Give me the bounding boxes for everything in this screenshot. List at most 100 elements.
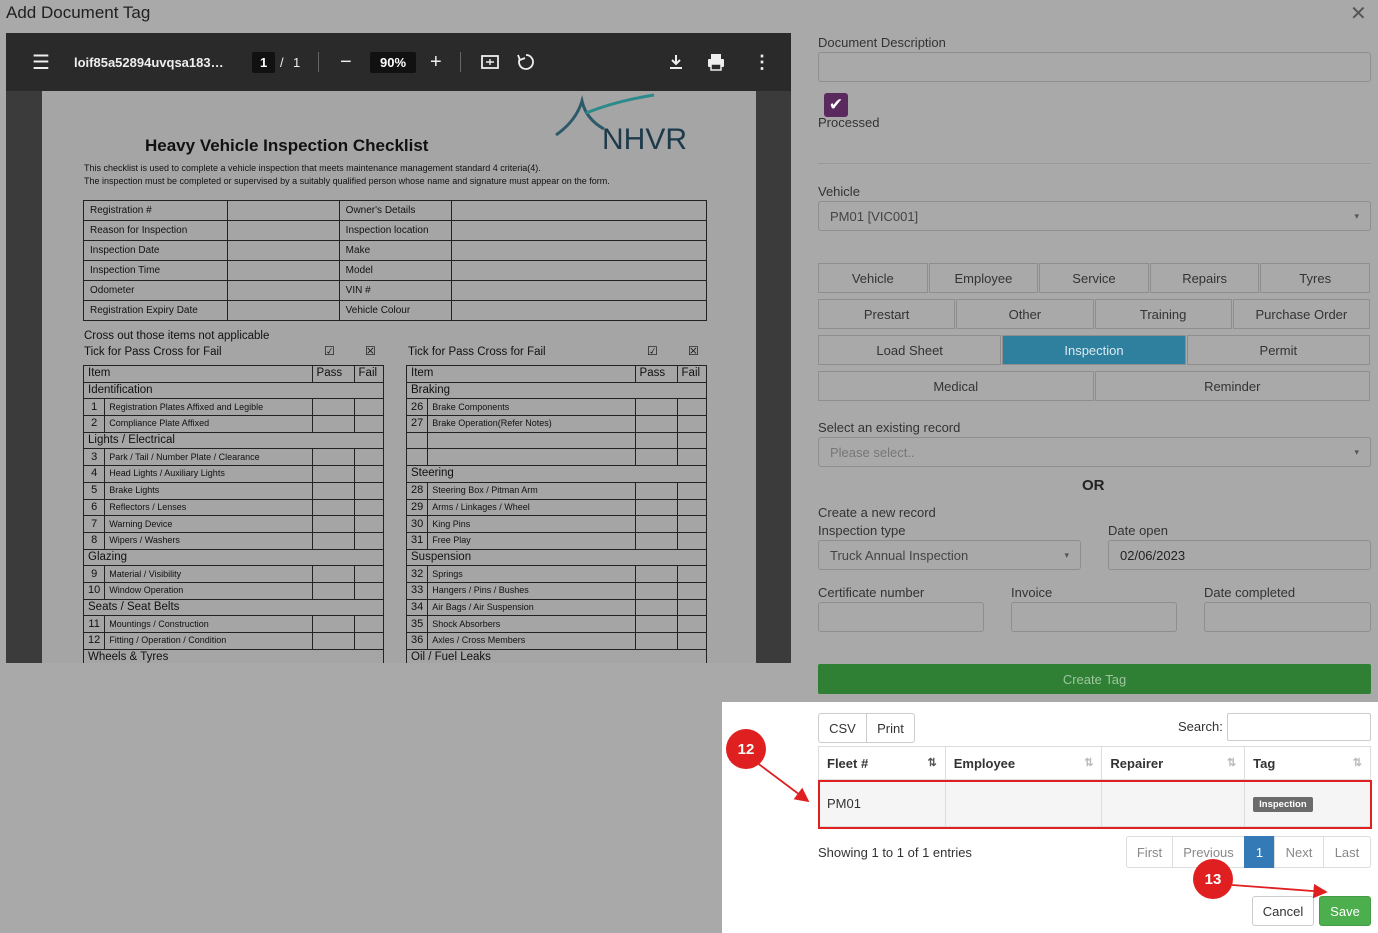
close-icon[interactable]: ✕ (1350, 1, 1367, 26)
fail-cell (353, 398, 385, 417)
checklist-item: King Pins (427, 515, 636, 533)
checklist-num: 27 (405, 415, 429, 433)
fail-cell (353, 515, 385, 533)
tag-employee-button[interactable]: Employee (928, 263, 1039, 293)
tag-other-button[interactable]: Other (956, 299, 1094, 329)
checklist-row: 32 Springs (405, 565, 708, 583)
chevron-down-icon: ▾ (1354, 446, 1359, 457)
checklist-row: 1 Registration Plates Affixed and Legible (82, 398, 385, 417)
checklist-section: Suspension (406, 548, 707, 567)
pdf-filename: loif85a52894uvqsa183… (74, 54, 224, 70)
checklist-num: 33 (405, 581, 429, 600)
date-open-input[interactable]: 02/06/2023 (1108, 540, 1371, 570)
info-cell: Reason for Inspection (83, 220, 228, 241)
checklist-row (405, 431, 708, 450)
checklist-item: Window Operation (104, 581, 313, 600)
tag-tyres-button[interactable]: Tyres (1260, 263, 1370, 293)
zoom-level[interactable]: 90% (370, 51, 417, 73)
pass-cell (311, 481, 355, 500)
info-cell (226, 260, 340, 281)
info-cell (450, 280, 708, 301)
tag-inspection-button[interactable]: Inspection (1002, 335, 1186, 365)
create-tag-button[interactable]: Create Tag (818, 664, 1371, 694)
checklist-row: 27 Brake Operation(Refer Notes) (405, 415, 708, 433)
tag-vehicle-button[interactable]: Vehicle (818, 263, 928, 293)
description-input[interactable] (818, 52, 1371, 82)
pass-cell (311, 531, 355, 550)
cross-out-note: Cross out those items not applicable (84, 330, 270, 342)
info-cell: VIN # (338, 280, 452, 301)
inspection-type-select[interactable]: Truck Annual Inspection ▾ (818, 540, 1081, 570)
tag-purchase-order-button[interactable]: Purchase Order (1232, 299, 1370, 329)
invoice-label: Invoice (1011, 585, 1053, 600)
tag-prestart-button[interactable]: Prestart (818, 299, 956, 329)
checklist-row: Identification (83, 381, 384, 400)
pass-cell (634, 515, 678, 533)
tag-medical-button[interactable]: Medical (818, 371, 1094, 401)
tag-reminder-button[interactable]: Reminder (1094, 371, 1370, 401)
dialog-title: Add Document Tag (6, 3, 151, 22)
info-cell (226, 240, 340, 261)
checklist-section: Glazing (83, 548, 384, 567)
zoom-in-icon[interactable]: + (430, 33, 442, 91)
checklist-row (405, 448, 708, 467)
pass-cell (634, 415, 678, 433)
checklist-row: 12 Fitting / Operation / Condition (82, 632, 385, 650)
info-row: Odometer VIN # (83, 280, 708, 301)
invoice-input[interactable] (1011, 602, 1177, 632)
vehicle-label: Vehicle (818, 184, 860, 199)
checklist-num: 3 (82, 448, 106, 467)
pass-cell (634, 481, 678, 500)
processed-checkbox[interactable]: ✔ (824, 93, 848, 117)
fail-cell (676, 431, 708, 450)
menu-icon[interactable]: ☰ (32, 33, 50, 91)
checklist-row: 29 Arms / Linkages / Wheel (405, 498, 708, 517)
pass-cell (311, 498, 355, 517)
existing-record-select[interactable]: Please select.. ▾ (818, 437, 1371, 467)
vehicle-info-table: Registration # Owner's Details Reason for … (83, 200, 708, 321)
checklist-row: 4 Head Lights / Auxiliary Lights (82, 465, 385, 483)
checklist-num: 30 (405, 515, 429, 533)
date-completed-input[interactable] (1204, 602, 1371, 632)
checklist-item: Registration Plates Affixed and Legible (104, 398, 313, 417)
pass-symbol-right: ☑ (647, 344, 658, 358)
checklist-item: Material / Visibility (104, 565, 313, 583)
checklist-num: 8 (82, 531, 106, 550)
tag-service-button[interactable]: Service (1039, 263, 1149, 293)
download-icon[interactable] (667, 33, 685, 91)
checklist-num: 11 (82, 615, 106, 633)
checklist-num: 10 (82, 581, 106, 600)
date-completed-label: Date completed (1204, 585, 1296, 600)
pass-cell (634, 581, 678, 600)
pass-cell (311, 581, 355, 600)
pass-cell (634, 498, 678, 517)
certificate-input[interactable] (818, 602, 984, 632)
pass-cell (634, 598, 678, 617)
checklist-row: 31 Free Play (405, 531, 708, 550)
zoom-out-icon[interactable]: − (340, 33, 352, 91)
tag-permit-button[interactable]: Permit (1186, 335, 1370, 365)
checklist-row: 28 Steering Box / Pitman Arm (405, 481, 708, 500)
checklist-num: 26 (405, 398, 429, 417)
checklist-row: Glazing (83, 548, 384, 567)
page-number-input[interactable]: 1 (252, 51, 276, 73)
more-icon[interactable]: ⋮ (753, 33, 771, 91)
pass-cell (311, 465, 355, 483)
checklist-num: 9 (82, 565, 106, 583)
checklist-item: Axles / Cross Members (427, 632, 636, 650)
vehicle-select[interactable]: PM01 [VIC001] ▾ (818, 201, 1371, 231)
info-cell: Inspection Time (83, 260, 228, 281)
fail-cell (353, 465, 385, 483)
tag-training-button[interactable]: Training (1094, 299, 1232, 329)
checklist-section: Identification (83, 381, 384, 400)
tag-repairs-button[interactable]: Repairs (1149, 263, 1260, 293)
fail-symbol-right: ☒ (688, 344, 699, 358)
tag-load-sheet-button[interactable]: Load Sheet (818, 335, 1002, 365)
rotate-icon[interactable] (516, 33, 536, 91)
fail-cell (676, 415, 708, 433)
checklist-item: Free Play (427, 531, 636, 550)
checklist-num: 5 (82, 481, 106, 500)
fit-page-icon[interactable] (480, 33, 500, 91)
pass-cell (311, 615, 355, 633)
print-icon[interactable] (706, 33, 726, 91)
